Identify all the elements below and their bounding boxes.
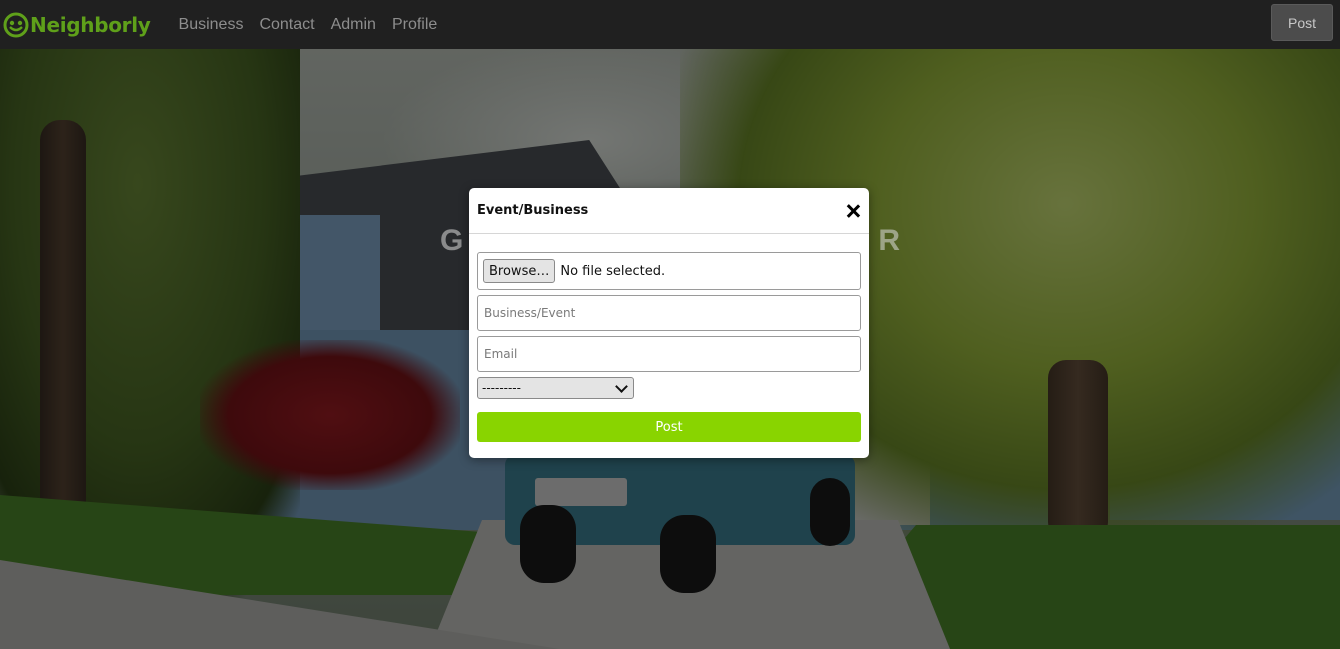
category-select[interactable]: --------- xyxy=(477,377,634,399)
top-navbar: Neighborly Business Contact Admin Profil… xyxy=(0,0,1340,49)
nav-link-business[interactable]: Business xyxy=(179,16,244,34)
hero-heading-left: G xyxy=(440,224,464,257)
modal-header: Event/Business xyxy=(469,188,869,234)
file-status-text: No file selected. xyxy=(560,263,666,279)
chevron-down-icon xyxy=(615,379,628,393)
nav-links: Business Contact Admin Profile xyxy=(179,16,454,34)
nav-link-contact[interactable]: Contact xyxy=(259,16,314,34)
brand-name: Neighborly xyxy=(30,12,151,37)
navbar-post-button[interactable]: Post xyxy=(1271,4,1333,41)
nav-link-admin[interactable]: Admin xyxy=(331,16,376,34)
post-modal: Event/Business Browse… No file selected.… xyxy=(469,188,869,458)
brand-logo[interactable]: Neighborly xyxy=(3,12,151,38)
hero-heading-right: R xyxy=(878,224,900,257)
modal-title: Event/Business xyxy=(477,203,589,218)
browse-button[interactable]: Browse… xyxy=(483,259,556,283)
nav-link-profile[interactable]: Profile xyxy=(392,16,437,34)
modal-body: Browse… No file selected. --------- Post xyxy=(469,234,869,442)
category-select-value: --------- xyxy=(482,381,521,395)
file-upload-field: Browse… No file selected. xyxy=(477,252,861,290)
submit-post-button[interactable]: Post xyxy=(477,412,861,442)
email-input[interactable] xyxy=(477,336,861,372)
close-icon[interactable] xyxy=(846,204,860,218)
neighborly-logo-icon xyxy=(3,12,29,37)
business-event-input[interactable] xyxy=(477,295,861,331)
